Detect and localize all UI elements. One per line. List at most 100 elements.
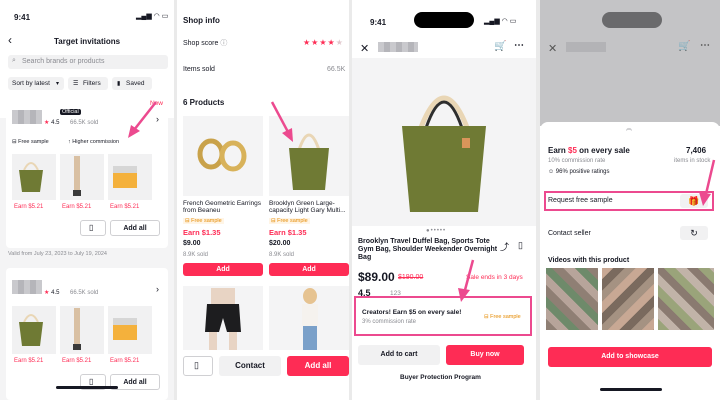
status-time: 9:41 bbox=[14, 13, 31, 22]
shop-info-heading: Shop info bbox=[183, 16, 220, 25]
add-all-button[interactable]: Add all bbox=[110, 220, 160, 236]
brand-logo bbox=[12, 110, 42, 124]
videos-heading: Videos with this product bbox=[548, 257, 630, 264]
video-thumbnail[interactable] bbox=[546, 268, 598, 330]
add-to-cart-button[interactable]: Add to cart bbox=[358, 345, 440, 365]
status-icons: ▂▄▆ ◠ ▭ bbox=[136, 13, 169, 20]
product-price: $20.00 bbox=[269, 240, 291, 247]
annotation-arrow bbox=[458, 259, 475, 302]
product-thumb[interactable] bbox=[60, 154, 104, 200]
rating-value: 4.5 bbox=[51, 290, 60, 296]
product-price: $89.00 bbox=[358, 270, 395, 284]
video-thumbnail[interactable] bbox=[602, 268, 654, 330]
old-price: $190.00 bbox=[398, 274, 424, 281]
earn-label: Earn $5.21 bbox=[62, 204, 92, 210]
status-icons: ▂▄▆ ◠ ▭ bbox=[484, 18, 517, 25]
more-icon[interactable]: ⋯ bbox=[514, 40, 524, 51]
free-sample-tag: ⊟ Free sample bbox=[12, 139, 49, 145]
rating-value: 4.5 bbox=[51, 120, 60, 126]
positive-ratings: ☺ 96% positive ratings bbox=[548, 169, 610, 175]
product-detail-screen: 9:41 ▂▄▆ ◠ ▭ ✕ 🛒 ⋯ ●••••• Brooklyn Trave… bbox=[352, 0, 536, 400]
product-name: French Geometric Earrings from Beaneu bbox=[183, 200, 262, 215]
sort-label: Sort by latest bbox=[12, 80, 50, 87]
earn-prefix: Earn bbox=[548, 146, 569, 155]
positive-ratings-text: 96% positive ratings bbox=[555, 169, 610, 175]
close-icon[interactable]: ✕ bbox=[360, 42, 369, 55]
request-sample-label: Request free sample bbox=[548, 197, 613, 204]
earn-label: Earn $1.35 bbox=[183, 228, 221, 237]
search-input[interactable]: ⌕ Search brands or products bbox=[8, 55, 168, 69]
items-sold-value: 66.5K bbox=[327, 66, 346, 73]
sheet-handle-icon[interactable]: ︽ bbox=[626, 126, 632, 133]
earn-heading: Earn $5 on every sale bbox=[548, 146, 630, 155]
add-to-showcase-button[interactable]: Add to showcase bbox=[548, 347, 712, 367]
shorts-image bbox=[205, 288, 241, 350]
commission-tag: ↑ Higher commission bbox=[68, 139, 120, 145]
dynamic-island bbox=[414, 12, 474, 28]
cart-icon[interactable]: 🛒 bbox=[494, 41, 506, 52]
buy-now-button[interactable]: Buy now bbox=[446, 345, 524, 365]
home-indicator bbox=[600, 388, 662, 391]
jar-thumb-image bbox=[113, 166, 137, 188]
sold-count: 66.5K sold bbox=[70, 290, 99, 296]
earn-label: Earn $5.21 bbox=[110, 204, 140, 210]
rating: ★ 4.5 bbox=[44, 120, 60, 126]
sold-count: 8.9K sold bbox=[269, 252, 295, 258]
free-sample-label: Free sample bbox=[18, 139, 49, 145]
earn-suffix: on every sale bbox=[576, 146, 630, 155]
filters-button[interactable]: ☰ Filters bbox=[68, 77, 108, 90]
jar-thumb-image bbox=[113, 318, 137, 340]
earn-label: Earn $5.21 bbox=[14, 358, 44, 364]
share-icon[interactable]: ⤴ bbox=[500, 240, 509, 253]
status-time: 9:41 bbox=[370, 18, 387, 27]
sold-count: 66.5K sold bbox=[70, 120, 99, 126]
free-sample-label: Free sample bbox=[191, 218, 222, 224]
saved-label: Saved bbox=[126, 80, 145, 87]
free-sample-tag: ⊟ Free sample bbox=[183, 218, 224, 225]
video-thumbnail[interactable] bbox=[658, 268, 714, 330]
earn-amount: $5 bbox=[568, 146, 577, 155]
bookmark-icon[interactable]: ▯ bbox=[518, 240, 523, 251]
home-indicator bbox=[56, 386, 118, 389]
bag-thumb-image bbox=[19, 314, 43, 346]
validity-text: Valid from July 23, 2023 to July 19, 202… bbox=[8, 251, 107, 257]
add-button[interactable]: Add bbox=[269, 263, 349, 276]
shop-products-screen: Shop info Shop score ⓘ ★★★★★ Items sold … bbox=[177, 0, 349, 400]
free-sample-label: Free sample bbox=[490, 314, 521, 320]
filters-label: Filters bbox=[83, 80, 101, 87]
stock-count: 7,406 bbox=[686, 146, 707, 155]
bookmark-icon: ▯ bbox=[89, 377, 94, 386]
chevron-right-icon[interactable]: › bbox=[156, 284, 159, 294]
tube-thumb-image bbox=[73, 156, 81, 196]
buyer-protection[interactable]: Buyer Protection Program bbox=[400, 374, 481, 381]
contact-seller-button[interactable]: ↻ bbox=[680, 226, 708, 240]
model-image bbox=[302, 288, 318, 350]
contact-button[interactable]: Contact bbox=[219, 356, 281, 376]
shop-score-stars: ★★★★★ bbox=[303, 38, 344, 47]
commission-rate: 10% commission rate bbox=[548, 158, 606, 164]
saved-button[interactable]: ▮ Saved bbox=[112, 77, 152, 90]
search-icon: ⌕ bbox=[12, 57, 16, 64]
sold-count: 8.9K sold bbox=[183, 252, 209, 258]
shop-score-text: Shop score bbox=[183, 40, 219, 47]
bookmark-icon: ▯ bbox=[89, 223, 94, 232]
close-icon: ✕ bbox=[548, 43, 558, 55]
rating-value: 4.5 bbox=[358, 288, 371, 296]
back-icon[interactable]: ‹ bbox=[8, 34, 12, 46]
annotation-arrow bbox=[699, 159, 716, 206]
earn-label: Earn $1.35 bbox=[269, 228, 307, 237]
sort-dropdown[interactable]: Sort by latest ▾ bbox=[8, 77, 64, 90]
add-all-button[interactable]: Add all bbox=[287, 356, 349, 376]
product-thumb[interactable] bbox=[60, 306, 104, 354]
product-price: $9.00 bbox=[183, 240, 201, 247]
products-heading: 6 Products bbox=[183, 98, 225, 107]
tube-thumb-image bbox=[73, 308, 81, 350]
items-sold-label: Items sold bbox=[183, 66, 215, 73]
shop-avatar bbox=[378, 42, 418, 52]
commission-label: Higher commission bbox=[72, 139, 120, 145]
rating: ★ 4.5 bbox=[44, 290, 60, 296]
cart-icon: 🛒 bbox=[678, 41, 691, 52]
bookmark-icon: ▯ bbox=[194, 360, 199, 370]
add-button[interactable]: Add bbox=[183, 263, 263, 276]
official-badge: Official bbox=[60, 109, 81, 116]
